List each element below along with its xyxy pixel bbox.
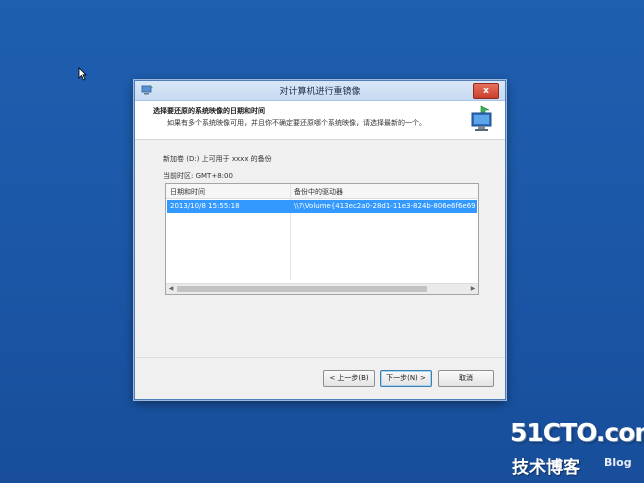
watermark-tagline: 技术博客 (512, 458, 580, 478)
volume-info-text: 新加卷 (D:) 上可用于 xxxx 的备份 (163, 155, 272, 163)
mouse-cursor-icon (78, 67, 87, 81)
cancel-button[interactable]: 取消 (438, 370, 494, 387)
dialog-titlebar[interactable]: 对计算机进行重镜像 x (135, 81, 505, 101)
computer-restore-icon (471, 105, 492, 131)
scroll-left-icon[interactable]: ◀ (166, 284, 176, 294)
watermark-blog: Blog (604, 456, 632, 469)
footer-divider (135, 357, 505, 358)
table-row[interactable]: 2013/10/8 15:55:18 \\?\Volume{413ec2a0-2… (167, 200, 477, 213)
next-button[interactable]: 下一步(N) > (380, 370, 432, 387)
watermark-site: 51CTO.com (510, 418, 644, 447)
backup-list[interactable]: 日期和时间 备份中的驱动器 2013/10/8 15:55:18 \\?\Vol… (165, 183, 479, 295)
column-header-drives[interactable]: 备份中的驱动器 (294, 187, 343, 197)
header-description: 如果有多个系统映像可用，并且你不确定要还原哪个系统映像，请选择最新的一个。 (167, 119, 426, 127)
header-title: 选择要还原的系统映像的日期和时间 (153, 107, 265, 115)
list-header: 日期和时间 备份中的驱动器 (166, 184, 478, 199)
horizontal-scrollbar[interactable]: ◀ ▶ (166, 283, 478, 294)
column-divider (290, 184, 291, 280)
close-button[interactable]: x (473, 83, 499, 99)
reimage-dialog: 对计算机进行重镜像 x 选择要还原的系统映像的日期和时间 如果有多个系统映像可用… (134, 80, 506, 400)
row-drives-cell: \\?\Volume{413ec2a0-28d1-11e3-824b-806e6… (294, 202, 476, 210)
timezone-info-text: 当前时区: GMT+8:00 (163, 172, 233, 180)
row-date-cell: 2013/10/8 15:55:18 (170, 202, 240, 210)
back-button[interactable]: < 上一步(B) (323, 370, 375, 387)
scroll-right-icon[interactable]: ▶ (468, 284, 478, 294)
scrollbar-thumb[interactable] (177, 286, 427, 292)
column-header-date[interactable]: 日期和时间 (170, 187, 205, 197)
dialog-header: 选择要还原的系统映像的日期和时间 如果有多个系统映像可用，并且你不确定要还原哪个… (135, 101, 505, 140)
dialog-title: 对计算机进行重镜像 (279, 87, 361, 97)
